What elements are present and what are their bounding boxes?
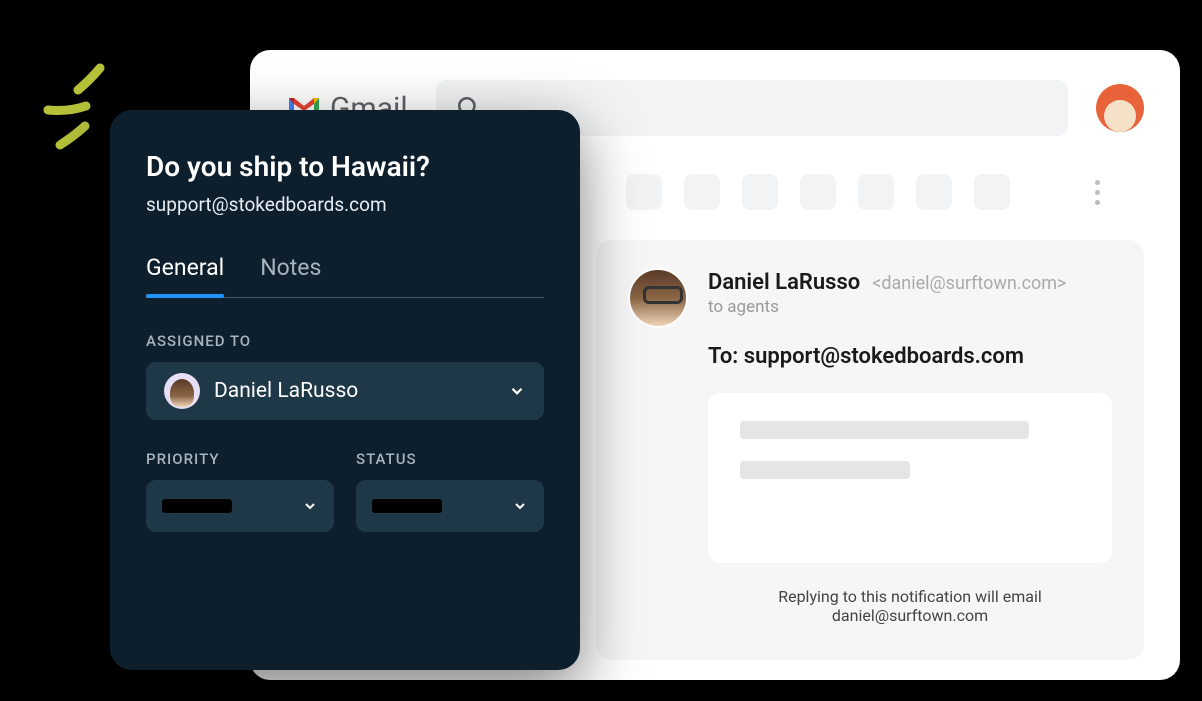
- chevron-down-icon: [302, 498, 318, 514]
- message-body: [708, 393, 1112, 563]
- toolbar-button[interactable]: [974, 174, 1010, 210]
- toolbar-button[interactable]: [916, 174, 952, 210]
- assignee-avatar: [164, 373, 200, 409]
- account-avatar[interactable]: [1096, 84, 1144, 132]
- tab-row: General Notes: [146, 254, 544, 298]
- text-placeholder: [740, 421, 1029, 439]
- chevron-down-icon: [512, 498, 528, 514]
- to-line: To: support@stokedboards.com: [708, 344, 1112, 369]
- chevron-down-icon: [508, 382, 526, 400]
- tab-notes[interactable]: Notes: [260, 254, 321, 297]
- toolbar-button[interactable]: [626, 174, 662, 210]
- tab-general[interactable]: General: [146, 254, 224, 297]
- priority-label: PRIORITY: [146, 450, 334, 468]
- priority-select[interactable]: [146, 480, 334, 532]
- sender-email: <daniel@surftown.com>: [872, 273, 1066, 294]
- more-menu-icon[interactable]: [1095, 180, 1104, 205]
- ticket-subtitle: support@stokedboards.com: [146, 193, 544, 216]
- priority-value-placeholder: [162, 499, 232, 513]
- toolbar-button[interactable]: [684, 174, 720, 210]
- assignee-name: Daniel LaRusso: [214, 379, 494, 403]
- sender-name: Daniel LaRusso: [708, 270, 860, 295]
- toolbar-button[interactable]: [858, 174, 894, 210]
- recipients-line: to agents: [708, 297, 1066, 317]
- toolbar-button[interactable]: [742, 174, 778, 210]
- ticket-panel: Do you ship to Hawaii? support@stokedboa…: [110, 110, 580, 670]
- assigned-to-select[interactable]: Daniel LaRusso: [146, 362, 544, 420]
- toolbar-button[interactable]: [800, 174, 836, 210]
- email-panel: Daniel LaRusso <daniel@surftown.com> to …: [596, 240, 1144, 660]
- status-select[interactable]: [356, 480, 544, 532]
- sender-row: Daniel LaRusso <daniel@surftown.com> to …: [628, 268, 1112, 328]
- reply-hint: Replying to this notification will email…: [708, 587, 1112, 625]
- status-value-placeholder: [372, 499, 442, 513]
- text-placeholder: [740, 461, 910, 479]
- sender-avatar: [628, 268, 688, 328]
- assigned-to-label: ASSIGNED TO: [146, 332, 544, 350]
- status-label: STATUS: [356, 450, 544, 468]
- ticket-title: Do you ship to Hawaii?: [146, 150, 544, 183]
